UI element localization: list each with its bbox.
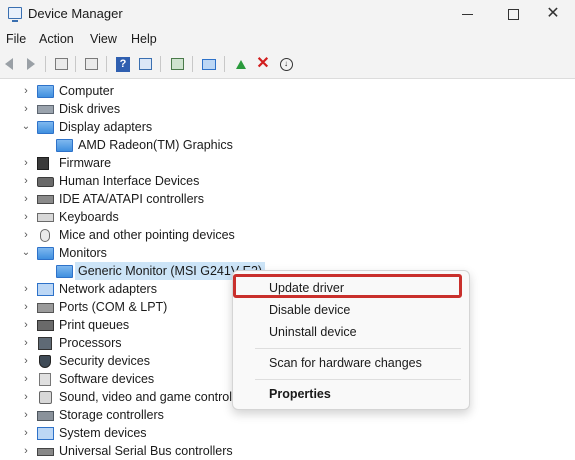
hid-icon <box>37 177 54 187</box>
details-button[interactable] <box>82 55 100 73</box>
menu-separator <box>255 348 461 349</box>
chevron-right-icon[interactable]: › <box>19 190 33 208</box>
uninstall-toolbar-button[interactable]: ✕ <box>254 55 272 73</box>
forward-arrow-icon <box>27 58 35 70</box>
update-driver-highlight <box>233 274 462 298</box>
network-icon <box>37 283 54 296</box>
chevron-right-icon[interactable]: › <box>19 388 33 406</box>
help-icon: ? <box>116 56 130 72</box>
update-driver-icon <box>236 59 246 69</box>
menu-view[interactable]: View <box>90 32 117 46</box>
print-icon <box>170 58 184 70</box>
storage-icon <box>37 411 54 421</box>
print-button[interactable] <box>168 55 186 73</box>
chevron-right-icon[interactable]: › <box>19 406 33 424</box>
chevron-right-icon[interactable]: › <box>19 154 33 172</box>
chevron-right-icon[interactable]: › <box>19 352 33 370</box>
uninstall-x-icon: ✕ <box>256 55 270 72</box>
scan-hardware-button[interactable] <box>200 55 218 73</box>
properties-button[interactable] <box>52 55 70 73</box>
minimize-button[interactable] <box>444 0 490 28</box>
update-driver-toolbar-button[interactable] <box>232 55 250 73</box>
menu-item-scan-hardware[interactable]: Scan for hardware changes <box>233 352 469 374</box>
software-icon <box>39 373 51 386</box>
minimize-icon <box>461 13 473 15</box>
window-title: Device Manager <box>28 6 123 21</box>
forward-button[interactable] <box>22 55 40 73</box>
monitor-icon <box>56 265 73 278</box>
help-button[interactable]: ? <box>114 55 132 73</box>
download-toolbar-button[interactable]: ↓ <box>277 55 295 73</box>
chevron-right-icon[interactable]: › <box>19 298 33 316</box>
menu-item-uninstall-device[interactable]: Uninstall device <box>233 321 469 343</box>
close-icon: ✕ <box>546 5 560 22</box>
chevron-right-icon[interactable]: › <box>19 226 33 244</box>
chevron-down-icon[interactable]: ⌄ <box>19 244 33 262</box>
monitor-icon <box>37 85 54 98</box>
title-bar: Device Manager ✕ <box>0 0 575 28</box>
menu-item-properties[interactable]: Properties <box>233 383 469 405</box>
usb-icon <box>37 448 54 456</box>
port-icon <box>37 303 54 313</box>
chevron-down-icon[interactable]: ⌄ <box>19 118 33 136</box>
menu-separator <box>255 379 461 380</box>
chevron-right-icon[interactable]: › <box>19 208 33 226</box>
show-hidden-button[interactable] <box>136 55 154 73</box>
back-arrow-icon <box>5 58 13 70</box>
chevron-right-icon[interactable]: › <box>19 424 33 442</box>
back-button[interactable] <box>0 55 18 73</box>
mouse-icon <box>40 229 50 242</box>
download-icon: ↓ <box>279 57 293 71</box>
details-icon <box>84 58 98 70</box>
audio-icon <box>39 391 52 404</box>
monitor-icon <box>56 139 73 152</box>
menu-action[interactable]: Action <box>39 32 74 46</box>
menu-item-disable-device[interactable]: Disable device <box>233 299 469 321</box>
chevron-right-icon[interactable]: › <box>19 370 33 388</box>
disk-icon <box>37 105 54 114</box>
menu-bar: File Action View Help <box>0 28 575 50</box>
cpu-icon <box>38 337 52 350</box>
chip-icon <box>37 157 49 170</box>
chevron-right-icon[interactable]: › <box>19 334 33 352</box>
menu-file[interactable]: File <box>6 32 26 46</box>
ide-icon <box>37 195 54 204</box>
properties-sheet-icon <box>54 58 68 70</box>
scan-monitor-icon <box>202 58 216 70</box>
show-hidden-icon <box>138 58 152 70</box>
chevron-right-icon[interactable]: › <box>19 100 33 118</box>
chevron-right-icon[interactable]: › <box>19 442 33 460</box>
maximize-icon <box>507 8 519 20</box>
close-button[interactable]: ✕ <box>530 0 575 28</box>
printer-icon <box>37 320 54 331</box>
chevron-right-icon[interactable]: › <box>19 82 33 100</box>
monitor-icon <box>37 121 54 134</box>
menu-help[interactable]: Help <box>131 32 157 46</box>
keyboard-icon <box>37 213 54 222</box>
monitor-icon <box>37 247 54 260</box>
chevron-right-icon[interactable]: › <box>19 316 33 334</box>
chevron-right-icon[interactable]: › <box>19 172 33 190</box>
device-manager-app-icon <box>8 7 22 22</box>
shield-icon <box>39 355 51 368</box>
toolbar: ? ✕ ↓ <box>0 50 575 79</box>
chevron-right-icon[interactable]: › <box>19 280 33 298</box>
system-icon <box>37 427 54 440</box>
